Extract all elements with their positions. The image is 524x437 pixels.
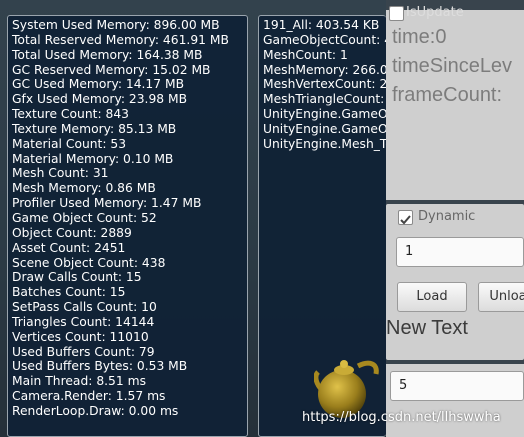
- stat-line: Gfx Used Memory: 23.98 MB: [12, 92, 188, 107]
- stat-line: Profiler Used Memory: 1.47 MB: [12, 196, 202, 211]
- profiler-stats-panel: System Used Memory: 896.00 MB Total Reser…: [7, 15, 248, 437]
- new-text-label: New Text: [386, 317, 468, 339]
- stat-line: Game Object Count: 52: [12, 210, 157, 225]
- stat-line: Draw Calls Count: 15: [12, 270, 142, 285]
- memory-line: MeshVertexCount: 2318: [263, 77, 386, 92]
- is-update-checkbox[interactable]: [389, 6, 404, 21]
- memory-line: 191_All: 403.54 KB: [263, 18, 380, 32]
- stat-line: Mesh Memory: 0.86 MB: [12, 181, 156, 196]
- memory-line: UnityEngine.GameObject_fbx1: 288 B: [263, 107, 386, 122]
- stat-line: Material Count: 53: [12, 136, 127, 151]
- profiler-stats-list: System Used Memory: 896.00 MB Total Reser…: [8, 16, 247, 419]
- count-input[interactable]: 1: [396, 237, 524, 267]
- stat-line: Used Buffers Count: 79: [12, 344, 155, 359]
- stat-line: Batches Count: 15: [12, 285, 126, 300]
- frame-count-label: frameCount:: [392, 84, 503, 106]
- memory-line: MeshTriangleCount: 0: [263, 92, 386, 107]
- stat-line: Triangles Count: 14144: [12, 314, 155, 329]
- stat-line: GC Reserved Memory: 15.02 MB: [12, 62, 211, 77]
- time-since-level-label: timeSinceLev: [392, 55, 513, 77]
- stat-line: System Used Memory: 896.00 MB: [12, 18, 220, 32]
- stat-line: Mesh Count: 31: [12, 166, 109, 181]
- watermark-text: https://blog.csdn.net/llhswwha: [302, 410, 501, 425]
- memory-line: MeshCount: 1: [263, 47, 348, 62]
- stat-line: Total Reserved Memory: 461.91 MB: [12, 32, 229, 47]
- stat-line: Total Used Memory: 164.38 MB: [12, 47, 203, 62]
- stat-line: SetPass Calls Count: 10: [12, 300, 157, 315]
- checkmark-icon: [400, 215, 411, 225]
- stat-line: Texture Count: 843: [12, 107, 129, 122]
- stat-line: Main Thread: 8.51 ms: [12, 374, 146, 389]
- memory-detail-list: 191_All: 403.54 KBGameObjectCount: 43Mes…: [259, 16, 386, 152]
- stat-line: Scene Object Count: 438: [12, 255, 166, 270]
- memory-line: MeshMemory: 266.04 KB: [263, 62, 386, 77]
- memory-line: GameObjectCount: 43: [263, 32, 386, 47]
- stat-line: Material Memory: 0.10 MB: [12, 151, 174, 166]
- unload-button[interactable]: Unloa: [478, 282, 524, 312]
- bottom-input[interactable]: 5: [390, 371, 524, 401]
- stat-line: Vertices Count: 11010: [12, 329, 149, 344]
- stat-line: Object Count: 2889: [12, 225, 132, 240]
- time-label: time:0: [392, 26, 447, 48]
- stat-line: Asset Count: 2451: [12, 240, 126, 255]
- memory-line: UnityEngine.GameObject_Teapot001: 320 B: [263, 121, 386, 136]
- is-update-label: IsUpdate: [406, 5, 464, 20]
- load-button[interactable]: Load: [397, 282, 467, 312]
- dynamic-checkbox[interactable]: [398, 210, 413, 225]
- dynamic-label: Dynamic: [418, 209, 476, 224]
- stat-line: Camera.Render: 1.57 ms: [12, 389, 166, 404]
- stat-line: Used Buffers Bytes: 0.53 MB: [12, 359, 188, 374]
- memory-line: UnityEngine.Mesh_Teapot001: 266.04 KB: [263, 136, 386, 151]
- stat-line: GC Used Memory: 14.17 MB: [12, 77, 185, 92]
- stat-line: RenderLoop.Draw: 0.00 ms: [12, 403, 179, 418]
- stat-line: Texture Memory: 85.13 MB: [12, 121, 177, 136]
